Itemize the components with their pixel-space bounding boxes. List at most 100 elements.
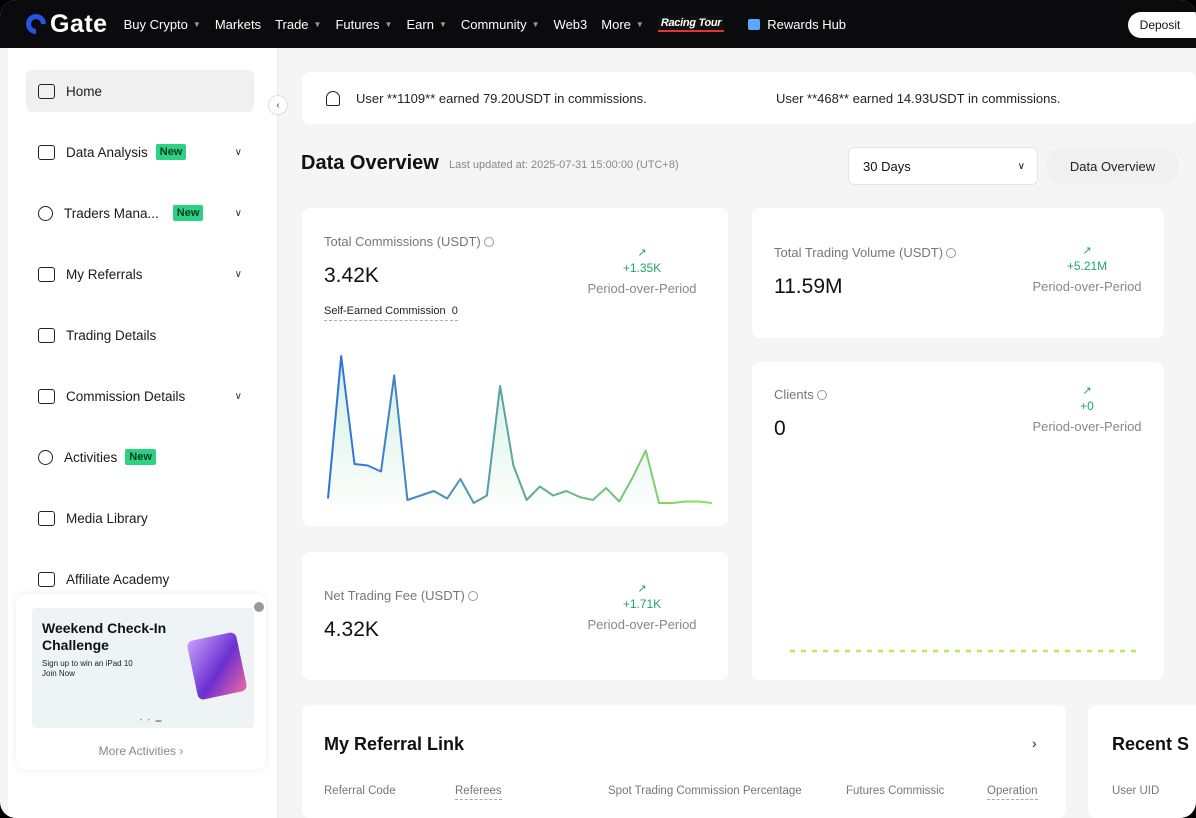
deposit-button[interactable]: Deposit (1128, 12, 1196, 38)
nav-item-label: Futures (335, 16, 380, 32)
trend-up-icon: ↗ (637, 247, 647, 259)
new-badge: New (155, 144, 187, 160)
chevron-down-icon: ▼ (438, 19, 447, 29)
promo-subtitle-line: Sign up to win an iPad 10 (42, 659, 133, 668)
trend-up-icon: ↗ (1082, 385, 1092, 397)
sidebar-item-label: Media Library (66, 510, 148, 526)
chevron-down-icon[interactable]: ∨ (235, 269, 242, 280)
commissions-chart (327, 355, 713, 506)
nav-item-buy-crypto[interactable]: Buy Crypto ▼ (124, 17, 201, 32)
nav-item-trade[interactable]: Trade ▼ (275, 17, 321, 32)
nav-item-label: Web3 (553, 16, 588, 32)
gift-icon (748, 18, 761, 30)
nav-item-label: Markets (214, 16, 262, 32)
nav-item-more[interactable]: More ▼ (601, 17, 644, 32)
sidebar-item-trading-details[interactable]: Trading Details (26, 314, 254, 356)
nav-item-label: Trade (275, 16, 309, 32)
sidebar-item-label: Affiliate Academy (66, 571, 170, 587)
nav-item-earn[interactable]: Earn ▼ (406, 17, 446, 32)
commission-ticker: User **1109** earned 79.20USDT in commis… (302, 72, 1196, 124)
close-icon[interactable] (254, 602, 264, 612)
app-frame: Gate Buy Crypto ▼ Markets Trade ▼ Futures ▼ Ear… (0, 0, 1196, 818)
gate-logo-icon (21, 9, 51, 39)
clients-period-change: ↗ +0 Period-over-Period (1022, 384, 1152, 434)
sidebar-item-label: Commission Details (66, 388, 186, 404)
total-trading-volume-card: Total Trading Volume (USDT) 11.59M ↗ +5.… (752, 208, 1164, 338)
data-overview-button[interactable]: Data Overview (1046, 147, 1179, 185)
col-referees[interactable]: Referees (455, 785, 502, 800)
col-operation[interactable]: Operation (987, 785, 1038, 800)
info-icon[interactable] (467, 591, 478, 601)
info-icon[interactable] (483, 237, 494, 247)
my-referral-link-card: My Referral Link › Referral Code Referee… (302, 705, 1066, 818)
nav-item-label: Community (460, 16, 527, 32)
date-range-value: 30 Days (863, 158, 911, 174)
trend-up-icon: ↗ (1082, 245, 1092, 257)
col-futures-commission: Futures Commissic (846, 785, 945, 797)
total-commissions-label: Total Commissions (USDT) (324, 234, 494, 249)
clients-value: 0 (774, 417, 786, 440)
chevron-down-icon: ∨ (1017, 160, 1025, 172)
promo-join-now: Join Now (42, 669, 75, 678)
self-earned-commission[interactable]: Self-Earned Commission 0 (324, 305, 458, 321)
new-badge: New (172, 205, 204, 221)
nav-item-futures[interactable]: Futures ▼ (335, 17, 392, 32)
rewards-hub-link[interactable]: Rewards Hub (748, 17, 846, 32)
racing-tour-banner[interactable]: Racing Tour (657, 16, 725, 32)
sidebar-item-activities[interactable]: Activities New (26, 436, 254, 478)
period-delta: +1.71K (622, 597, 662, 611)
chevron-down-icon[interactable]: ∨ (235, 147, 242, 158)
nav-menu: Buy Crypto ▼ Markets Trade ▼ Futures ▼ Earn ▼ Com… (124, 17, 658, 32)
sidebar-item-label: Home (66, 83, 103, 99)
sidebar-item-label: Data Analysis (66, 144, 148, 160)
logo-text: Gate (50, 9, 108, 38)
label-text: Net Trading Fee (USDT) (324, 588, 465, 603)
chevron-down-icon: ▼ (313, 19, 322, 29)
trophy-icon (38, 449, 53, 465)
home-dashboard-icon (38, 83, 55, 99)
percent-icon (38, 388, 55, 404)
chevron-down-icon: ▼ (635, 19, 644, 29)
nav-item-label: More (601, 16, 631, 32)
carousel-dots[interactable]: • • ▬ (140, 718, 164, 724)
ipad-image (186, 631, 248, 701)
referral-link-title: My Referral Link (324, 734, 465, 754)
chevron-right-icon[interactable]: › (1032, 735, 1037, 751)
col-referral-code: Referral Code (324, 785, 396, 797)
sidebar-item-commission-details[interactable]: Commission Details ∨ (26, 375, 254, 417)
promo-title: Weekend Check-In Challenge (42, 620, 167, 653)
clients-chart (790, 649, 1140, 653)
sidebar-item-label: My Referrals (66, 266, 143, 282)
sidebar-item-label: Traders Mana... (64, 205, 159, 221)
period-delta: +5.21M (1066, 259, 1108, 273)
sidebar-item-my-referrals[interactable]: My Referrals ∨ (26, 253, 254, 295)
col-spot-commission: Spot Trading Commission Percentage (608, 785, 802, 797)
date-range-select[interactable]: 30 Days ∨ (848, 147, 1038, 185)
period-delta: +0 (1080, 399, 1094, 413)
traders-icon (38, 205, 53, 221)
info-icon[interactable] (946, 248, 957, 258)
sidebar-item-data-analysis[interactable]: Data Analysis New ∨ (26, 131, 254, 173)
promo-banner[interactable]: Weekend Check-In Challenge Sign up to wi… (32, 608, 254, 728)
info-icon[interactable] (816, 390, 827, 400)
fee-period-change: ↗ +1.71K Period-over-Period (577, 582, 707, 632)
promo-subtitle: Sign up to win an iPad 10 Join Now (42, 659, 162, 679)
chevron-down-icon[interactable]: ∨ (235, 391, 242, 402)
chevron-down-icon: ▼ (192, 19, 201, 29)
gate-logo[interactable]: Gate (21, 9, 108, 39)
new-badge: New (125, 449, 156, 465)
nav-item-web3[interactable]: Web3 (554, 17, 588, 32)
nav-item-markets[interactable]: Markets (215, 17, 261, 32)
data-overview-title: Data Overview (301, 152, 439, 174)
trend-up-icon: ↗ (637, 583, 647, 595)
commissions-period-change: ↗ +1.35K Period-over-Period (577, 246, 707, 296)
sidebar-item-home[interactable]: Home (26, 70, 254, 112)
sidebar-item-media-library[interactable]: Media Library (26, 497, 254, 539)
sidebar: Home Data Analysis New ∨ Traders Mana... New ∨… (8, 48, 278, 818)
nav-item-label: Buy Crypto (123, 16, 188, 32)
folder-icon (38, 510, 55, 526)
sidebar-item-traders-mana[interactable]: Traders Mana... New ∨ (26, 192, 254, 234)
nav-item-community[interactable]: Community ▼ (461, 17, 540, 32)
more-activities-link[interactable]: More Activities › (16, 744, 266, 758)
chevron-down-icon[interactable]: ∨ (235, 208, 242, 219)
